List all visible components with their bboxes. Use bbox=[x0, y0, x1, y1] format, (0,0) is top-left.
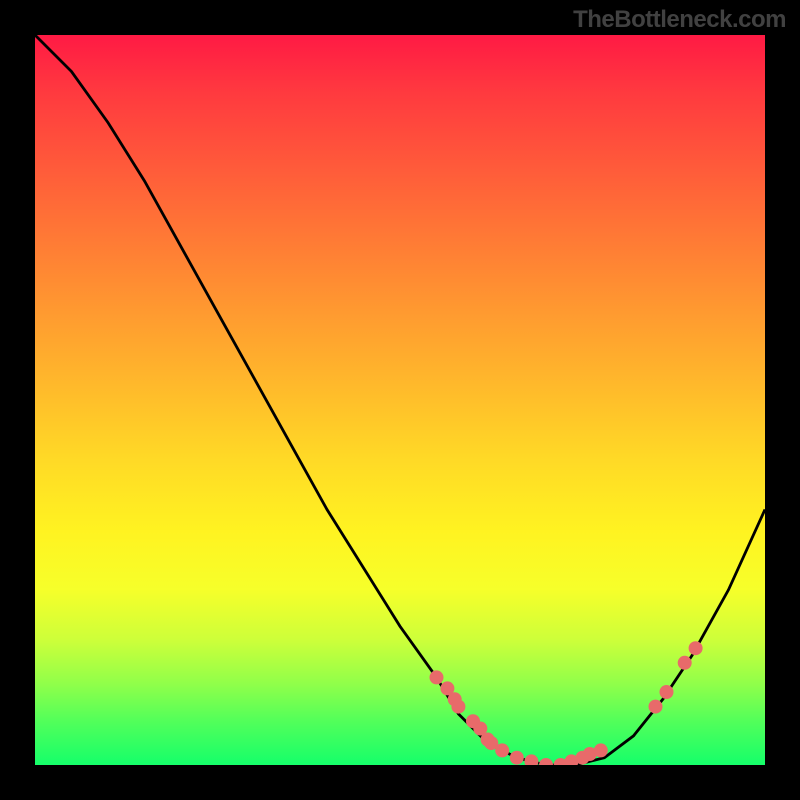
chart-container: TheBottleneck.com bbox=[0, 0, 800, 800]
watermark-text: TheBottleneck.com bbox=[573, 6, 786, 34]
plot-background bbox=[35, 35, 765, 765]
